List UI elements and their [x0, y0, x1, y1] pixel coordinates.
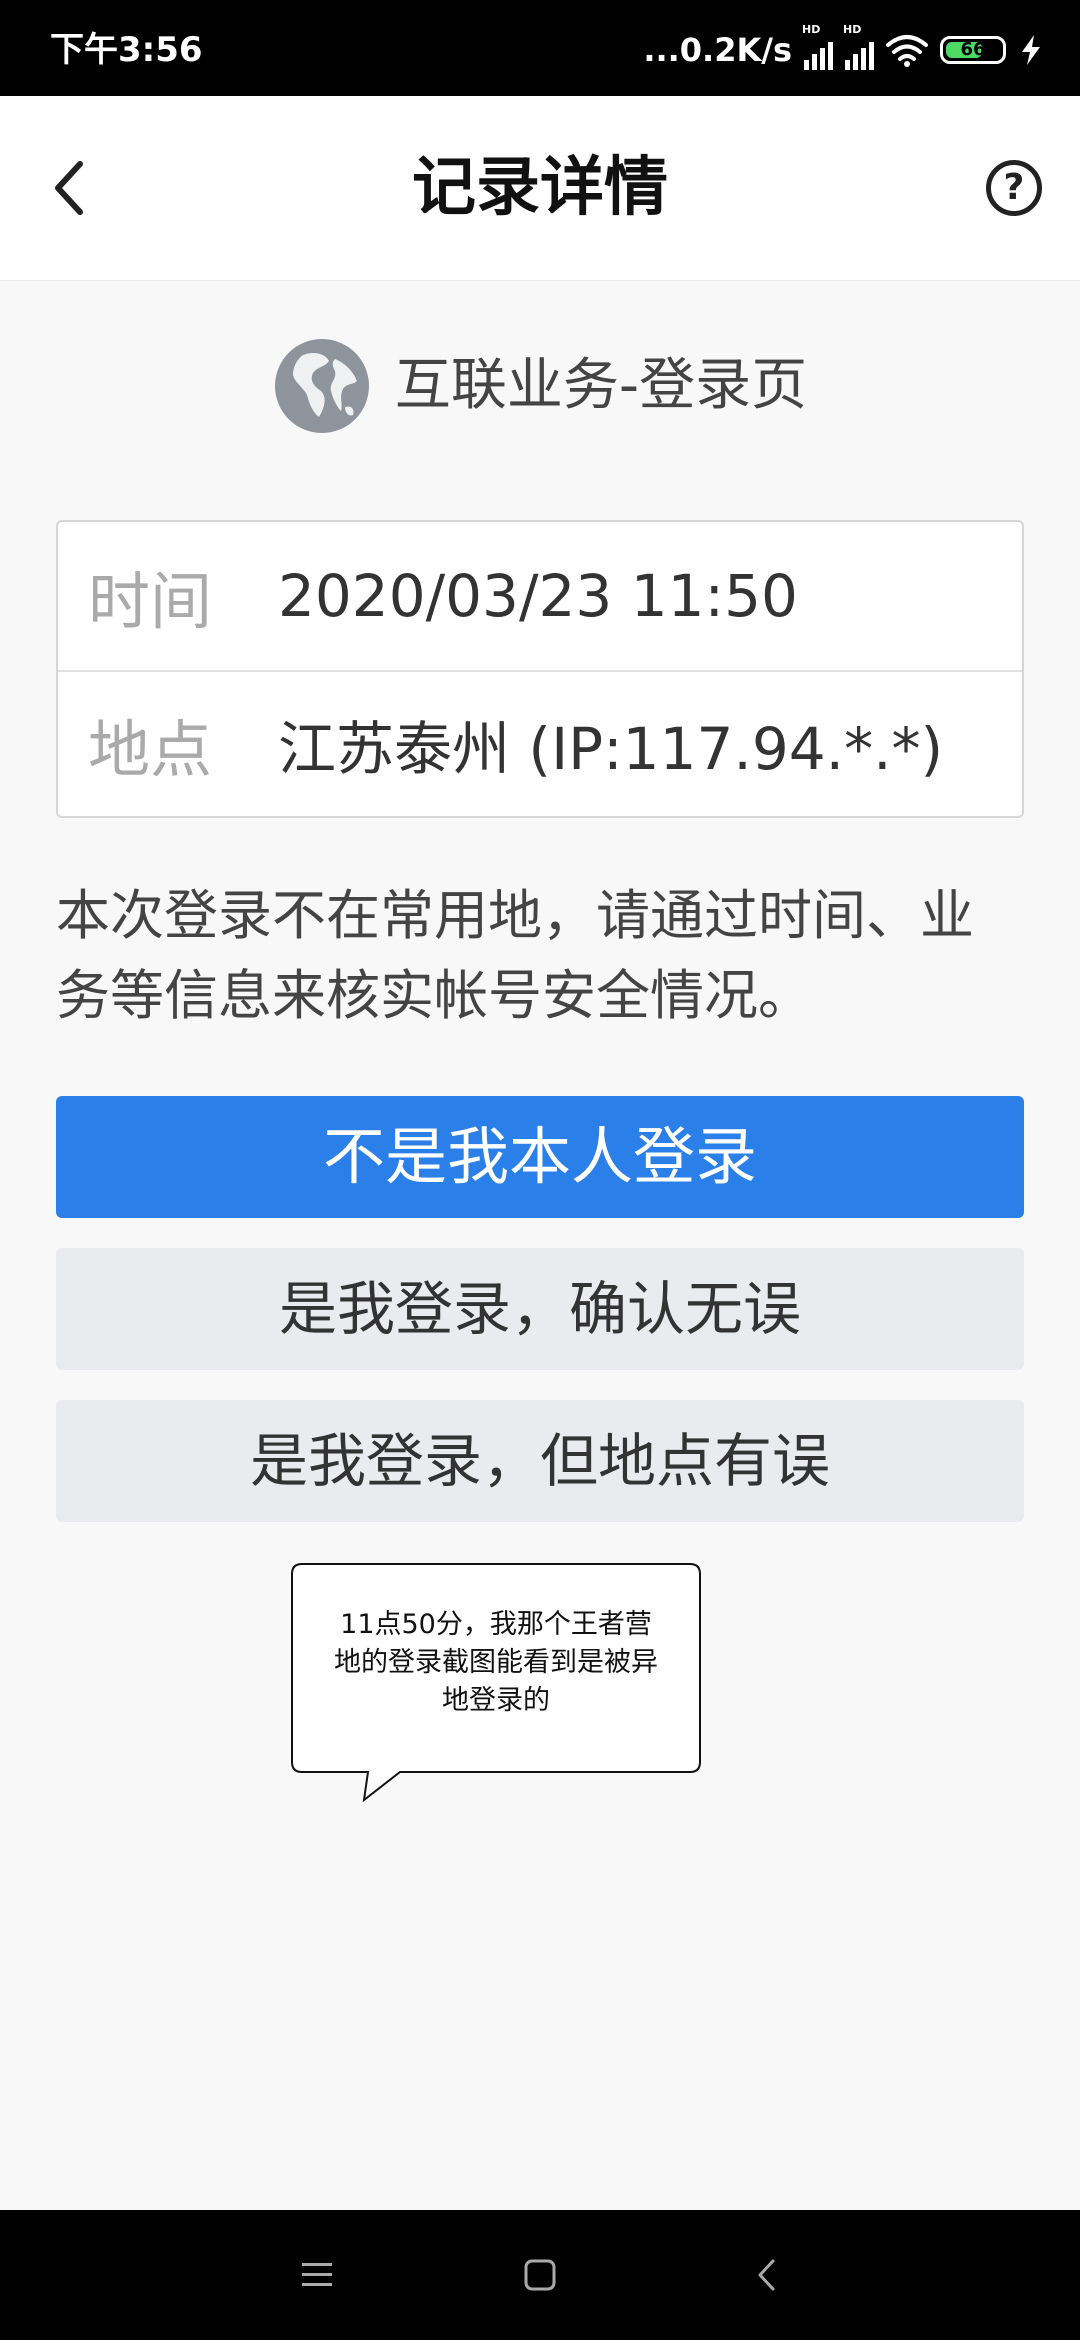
login-info-table: 时间 2020/03/23 11:50 地点 江苏泰州 (IP:117.94.*… — [56, 520, 1024, 818]
service-header: 互联业务-登录页 — [0, 334, 1080, 438]
info-label: 时间 — [88, 565, 213, 638]
confirm-login-button[interactable]: 是我登录，确认无误 — [56, 1248, 1024, 1370]
charging-icon — [1018, 33, 1044, 67]
info-value: 2020/03/23 11:50 — [278, 562, 798, 630]
info-value: 江苏泰州 (IP:117.94.*.*) — [278, 715, 944, 783]
page-title: 记录详情 — [412, 151, 668, 225]
signal-hd-label: HD — [802, 23, 821, 36]
system-back-button[interactable] — [740, 2248, 794, 2302]
help-button[interactable]: ? — [986, 160, 1042, 216]
bubble-text: 11点50分，我那个王者营地的登录截图能看到是被异地登录的 — [334, 1609, 658, 1716]
globe-icon — [273, 337, 371, 435]
recent-apps-button[interactable] — [290, 2248, 344, 2302]
system-nav-bar — [0, 2210, 1080, 2340]
network-speed: ...0.2K/s — [643, 31, 792, 69]
battery-level: 66 — [960, 39, 986, 60]
security-notice: 本次登录不在常用地，请通过时间、业务等信息来核实帐号安全情况。 — [56, 884, 974, 1027]
status-time: 下午3:56 — [50, 30, 203, 70]
help-icon: ? — [1003, 167, 1025, 208]
signal-hd-label: HD — [843, 23, 862, 36]
status-indicators: ...0.2K/s HD HD 66 — [643, 24, 1044, 72]
signal-icon: HD — [802, 24, 833, 70]
home-icon — [524, 2259, 556, 2291]
battery-icon: 66 — [940, 36, 1006, 64]
location-wrong-button[interactable]: 是我登录，但地点有误 — [56, 1400, 1024, 1522]
info-label: 地点 — [88, 713, 213, 786]
nav-bar: 记录详情 ? — [0, 96, 1080, 281]
wifi-icon — [886, 33, 928, 67]
signal-icon: HD — [843, 24, 874, 70]
info-row-location: 地点 江苏泰州 (IP:117.94.*.*) — [58, 670, 1022, 818]
home-button[interactable] — [513, 2248, 567, 2302]
speech-bubble: 11点50分，我那个王者营地的登录截图能看到是被异地登录的 — [290, 1562, 702, 1802]
service-name: 互联业务-登录页 — [394, 353, 808, 418]
not-me-button[interactable]: 不是我本人登录 — [56, 1096, 1024, 1218]
info-row-time: 时间 2020/03/23 11:50 — [58, 522, 1022, 672]
menu-icon — [302, 2263, 332, 2286]
back-icon — [758, 2259, 775, 2291]
status-bar: 下午3:56 ...0.2K/s HD HD 66 — [0, 0, 1080, 96]
